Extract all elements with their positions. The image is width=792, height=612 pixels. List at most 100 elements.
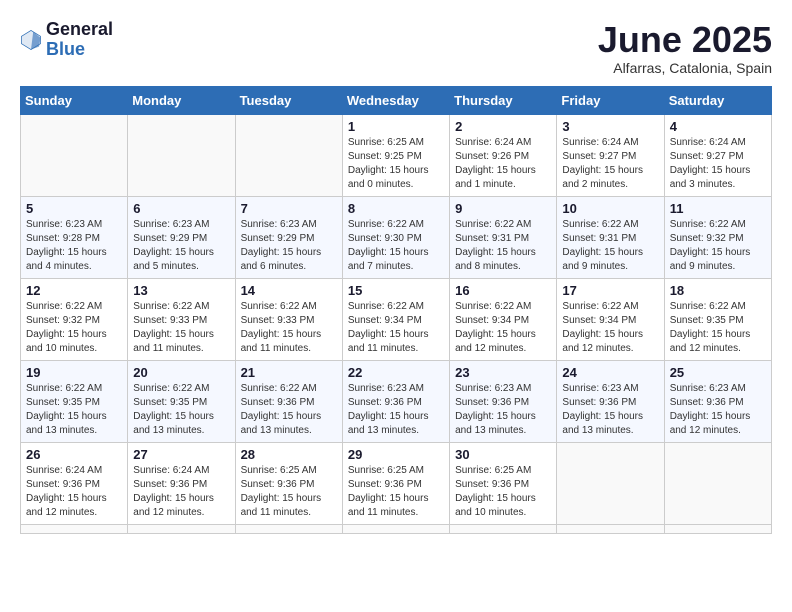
day-number: 28 [241,447,337,462]
day-info: Sunrise: 6:22 AMSunset: 9:34 PMDaylight:… [348,300,444,356]
calendar-day-cell [21,524,128,533]
calendar-day-cell [235,524,342,533]
day-number: 7 [241,201,337,216]
day-number: 1 [348,119,444,134]
day-info: Sunrise: 6:22 AMSunset: 9:36 PMDaylight:… [241,382,337,438]
calendar-day-cell: 27 Sunrise: 6:24 AMSunset: 9:36 PMDaylig… [128,442,235,524]
day-info: Sunrise: 6:24 AMSunset: 9:26 PMDaylight:… [455,136,551,192]
day-number: 3 [562,119,658,134]
weekday-header-sunday: Sunday [21,86,128,114]
calendar-day-cell: 30 Sunrise: 6:25 AMSunset: 9:36 PMDaylig… [450,442,557,524]
day-info: Sunrise: 6:25 AMSunset: 9:36 PMDaylight:… [455,464,551,520]
day-info: Sunrise: 6:23 AMSunset: 9:28 PMDaylight:… [26,218,122,274]
day-number: 10 [562,201,658,216]
calendar-day-cell: 21 Sunrise: 6:22 AMSunset: 9:36 PMDaylig… [235,360,342,442]
day-number: 19 [26,365,122,380]
day-info: Sunrise: 6:25 AMSunset: 9:25 PMDaylight:… [348,136,444,192]
calendar-day-cell: 29 Sunrise: 6:25 AMSunset: 9:36 PMDaylig… [342,442,449,524]
calendar-day-cell [664,442,771,524]
day-number: 18 [670,283,766,298]
calendar-day-cell [450,524,557,533]
day-info: Sunrise: 6:24 AMSunset: 9:36 PMDaylight:… [26,464,122,520]
day-info: Sunrise: 6:22 AMSunset: 9:34 PMDaylight:… [455,300,551,356]
page-header: General Blue June 2025 Alfarras, Catalon… [20,20,772,76]
calendar-day-cell: 5 Sunrise: 6:23 AMSunset: 9:28 PMDayligh… [21,196,128,278]
day-info: Sunrise: 6:22 AMSunset: 9:31 PMDaylight:… [562,218,658,274]
day-number: 4 [670,119,766,134]
day-info: Sunrise: 6:22 AMSunset: 9:32 PMDaylight:… [26,300,122,356]
calendar-day-cell: 11 Sunrise: 6:22 AMSunset: 9:32 PMDaylig… [664,196,771,278]
calendar-day-cell: 12 Sunrise: 6:22 AMSunset: 9:32 PMDaylig… [21,278,128,360]
calendar-day-cell: 18 Sunrise: 6:22 AMSunset: 9:35 PMDaylig… [664,278,771,360]
day-number: 25 [670,365,766,380]
day-number: 17 [562,283,658,298]
calendar-day-cell: 16 Sunrise: 6:22 AMSunset: 9:34 PMDaylig… [450,278,557,360]
day-number: 12 [26,283,122,298]
day-number: 22 [348,365,444,380]
calendar-day-cell: 2 Sunrise: 6:24 AMSunset: 9:26 PMDayligh… [450,114,557,196]
day-number: 20 [133,365,229,380]
weekday-header-thursday: Thursday [450,86,557,114]
calendar-day-cell: 14 Sunrise: 6:22 AMSunset: 9:33 PMDaylig… [235,278,342,360]
day-info: Sunrise: 6:22 AMSunset: 9:31 PMDaylight:… [455,218,551,274]
calendar-day-cell: 6 Sunrise: 6:23 AMSunset: 9:29 PMDayligh… [128,196,235,278]
day-info: Sunrise: 6:22 AMSunset: 9:33 PMDaylight:… [241,300,337,356]
calendar-day-cell: 7 Sunrise: 6:23 AMSunset: 9:29 PMDayligh… [235,196,342,278]
day-info: Sunrise: 6:23 AMSunset: 9:29 PMDaylight:… [241,218,337,274]
logo: General Blue [20,20,113,60]
calendar-day-cell [557,524,664,533]
calendar-day-cell: 19 Sunrise: 6:22 AMSunset: 9:35 PMDaylig… [21,360,128,442]
day-number: 21 [241,365,337,380]
calendar-week-row: 26 Sunrise: 6:24 AMSunset: 9:36 PMDaylig… [21,442,772,524]
day-info: Sunrise: 6:22 AMSunset: 9:30 PMDaylight:… [348,218,444,274]
day-number: 30 [455,447,551,462]
day-number: 2 [455,119,551,134]
day-number: 9 [455,201,551,216]
calendar-day-cell [557,442,664,524]
day-info: Sunrise: 6:24 AMSunset: 9:27 PMDaylight:… [562,136,658,192]
calendar-day-cell: 9 Sunrise: 6:22 AMSunset: 9:31 PMDayligh… [450,196,557,278]
day-info: Sunrise: 6:22 AMSunset: 9:35 PMDaylight:… [133,382,229,438]
day-info: Sunrise: 6:23 AMSunset: 9:36 PMDaylight:… [455,382,551,438]
calendar-table: SundayMondayTuesdayWednesdayThursdayFrid… [20,86,772,534]
day-number: 24 [562,365,658,380]
weekday-header-row: SundayMondayTuesdayWednesdayThursdayFrid… [21,86,772,114]
calendar-day-cell: 8 Sunrise: 6:22 AMSunset: 9:30 PMDayligh… [342,196,449,278]
calendar-day-cell: 4 Sunrise: 6:24 AMSunset: 9:27 PMDayligh… [664,114,771,196]
logo-icon [20,29,42,51]
day-info: Sunrise: 6:22 AMSunset: 9:34 PMDaylight:… [562,300,658,356]
calendar-day-cell: 25 Sunrise: 6:23 AMSunset: 9:36 PMDaylig… [664,360,771,442]
title-block: June 2025 Alfarras, Catalonia, Spain [598,20,772,76]
day-info: Sunrise: 6:23 AMSunset: 9:36 PMDaylight:… [562,382,658,438]
day-number: 15 [348,283,444,298]
location-subtitle: Alfarras, Catalonia, Spain [598,60,772,76]
day-number: 13 [133,283,229,298]
day-info: Sunrise: 6:22 AMSunset: 9:32 PMDaylight:… [670,218,766,274]
day-number: 8 [348,201,444,216]
calendar-day-cell: 1 Sunrise: 6:25 AMSunset: 9:25 PMDayligh… [342,114,449,196]
calendar-day-cell [664,524,771,533]
calendar-week-row: 1 Sunrise: 6:25 AMSunset: 9:25 PMDayligh… [21,114,772,196]
day-number: 26 [26,447,122,462]
day-info: Sunrise: 6:22 AMSunset: 9:33 PMDaylight:… [133,300,229,356]
calendar-day-cell: 28 Sunrise: 6:25 AMSunset: 9:36 PMDaylig… [235,442,342,524]
calendar-day-cell: 15 Sunrise: 6:22 AMSunset: 9:34 PMDaylig… [342,278,449,360]
calendar-day-cell: 17 Sunrise: 6:22 AMSunset: 9:34 PMDaylig… [557,278,664,360]
calendar-day-cell: 20 Sunrise: 6:22 AMSunset: 9:35 PMDaylig… [128,360,235,442]
month-title: June 2025 [598,20,772,60]
day-number: 11 [670,201,766,216]
day-number: 29 [348,447,444,462]
day-number: 5 [26,201,122,216]
calendar-day-cell: 3 Sunrise: 6:24 AMSunset: 9:27 PMDayligh… [557,114,664,196]
weekday-header-tuesday: Tuesday [235,86,342,114]
calendar-day-cell: 24 Sunrise: 6:23 AMSunset: 9:36 PMDaylig… [557,360,664,442]
calendar-day-cell: 10 Sunrise: 6:22 AMSunset: 9:31 PMDaylig… [557,196,664,278]
logo-text: General Blue [46,20,113,60]
calendar-day-cell [342,524,449,533]
calendar-day-cell [128,114,235,196]
calendar-day-cell [235,114,342,196]
day-info: Sunrise: 6:23 AMSunset: 9:36 PMDaylight:… [670,382,766,438]
day-info: Sunrise: 6:23 AMSunset: 9:29 PMDaylight:… [133,218,229,274]
day-number: 6 [133,201,229,216]
weekday-header-wednesday: Wednesday [342,86,449,114]
